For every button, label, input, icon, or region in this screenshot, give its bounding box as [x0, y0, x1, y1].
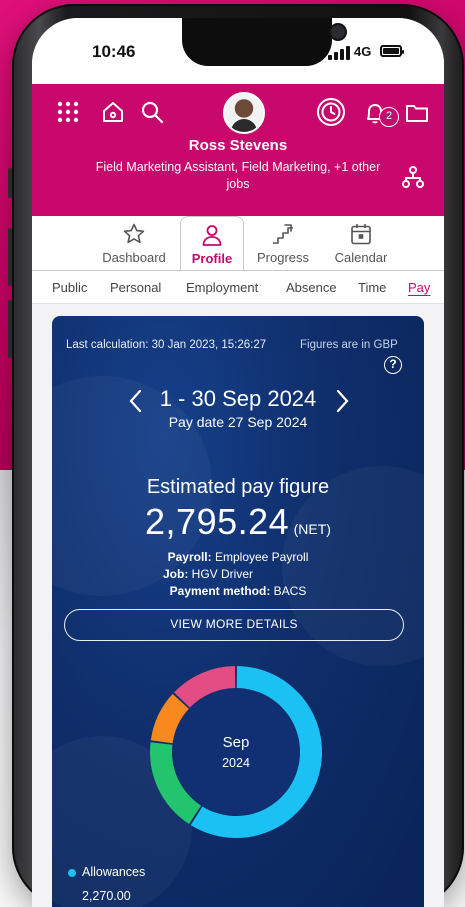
legend-value-allowances: 2,270.00 [82, 889, 131, 903]
status-bar: 10:46 4G [32, 18, 444, 84]
signal-icon [328, 46, 350, 60]
pay-breakdown-chart: Sep 2024 [148, 664, 324, 840]
tab-absence[interactable]: Absence [286, 280, 337, 295]
user-name: Ross Stevens [188, 137, 288, 154]
tab-employment[interactable]: Employment [186, 280, 258, 295]
nav-item-calendar[interactable]: Calendar [324, 216, 398, 270]
stairs-icon [273, 224, 293, 244]
tab-time[interactable]: Time [358, 280, 386, 295]
status-time: 10:46 [92, 42, 136, 61]
legend-dot-allowances [68, 869, 76, 877]
chevron-left-icon[interactable] [126, 386, 146, 416]
help-icon[interactable]: ? [384, 356, 402, 374]
job-row: Job: HGV Driver [52, 567, 394, 581]
payment-method-row: Payment method: BACS [52, 584, 424, 598]
donut-center-month: Sep [222, 734, 250, 751]
nav-label: Profile [191, 251, 233, 266]
battery-icon [380, 45, 404, 57]
star-icon [123, 223, 145, 244]
amount-suffix: (NET) [293, 521, 331, 537]
nav-label: Progress [256, 250, 310, 265]
amount-value: 2,795.24 [145, 501, 290, 542]
last-calculation: Last calculation: 30 Jan 2023, 15:26:27 [66, 339, 267, 351]
donut-center-year: 2024 [222, 756, 250, 770]
avatar[interactable] [223, 92, 265, 134]
nav-item-dashboard[interactable]: Dashboard [92, 216, 176, 270]
home-icon[interactable] [100, 99, 126, 125]
search-icon[interactable] [138, 98, 166, 126]
clock-icon[interactable] [315, 96, 347, 128]
folder-icon[interactable] [404, 100, 430, 126]
notch [182, 18, 345, 66]
view-more-details-button[interactable]: VIEW MORE DETAILS [64, 609, 404, 641]
phone-side-button [8, 300, 12, 358]
pay-content: Last calculation: 30 Jan 2023, 15:26:27 … [32, 304, 444, 907]
payment-method-value: BACS [273, 584, 307, 598]
payroll-value: Employee Payroll [214, 550, 309, 564]
apps-grid-icon[interactable] [56, 100, 80, 124]
pay-date: Pay date 27 Sep 2024 [168, 414, 308, 430]
tab-pay[interactable]: Pay [408, 280, 430, 295]
payroll-row: Payroll: Employee Payroll [52, 550, 424, 564]
nav-label: Dashboard [102, 250, 166, 265]
job-value: HGV Driver [191, 567, 254, 581]
pay-period: 1 - 30 Sep 2024 [159, 386, 317, 411]
org-chart-icon[interactable] [400, 164, 426, 190]
estimated-pay-amount: 2,795.24 (NET) [52, 501, 424, 543]
chevron-right-icon[interactable] [332, 386, 352, 416]
nav-label: Calendar [334, 250, 388, 265]
donut-chart [150, 666, 323, 838]
phone-screen: 10:46 4G 2 Ross Stevens Field Marketing … [32, 18, 444, 907]
job-label: Job: [162, 567, 189, 581]
nav-item-progress[interactable]: Progress [250, 216, 316, 270]
legend-name-allowances: Allowances [82, 865, 146, 879]
phone-side-button [8, 168, 12, 198]
phone-side-button [8, 228, 12, 286]
profile-tabs: Public Personal Employment Absence Time … [32, 270, 444, 304]
tab-personal[interactable]: Personal [110, 280, 161, 295]
camera-icon [331, 25, 345, 39]
main-nav: Dashboard Profile Progress Calendar [32, 216, 444, 270]
pay-summary-card: Last calculation: 30 Jan 2023, 15:26:27 … [52, 316, 424, 907]
user-role: Field Marketing Assistant, Field Marketi… [95, 160, 381, 191]
donut-hole [173, 689, 299, 815]
estimated-pay-label: Estimated pay figure [146, 476, 330, 498]
tab-public[interactable]: Public [52, 280, 87, 295]
calendar-icon [351, 224, 371, 245]
payroll-label: Payroll: [167, 550, 212, 564]
payment-method-label: Payment method: [169, 584, 271, 598]
notification-badge[interactable]: 2 [379, 107, 399, 127]
nav-item-profile[interactable]: Profile [180, 216, 244, 270]
app-header: 2 Ross Stevens Field Marketing Assistant… [32, 84, 444, 216]
currency-note: Figures are in GBP [300, 339, 398, 351]
network-label: 4G [354, 44, 372, 59]
person-icon [202, 225, 222, 246]
